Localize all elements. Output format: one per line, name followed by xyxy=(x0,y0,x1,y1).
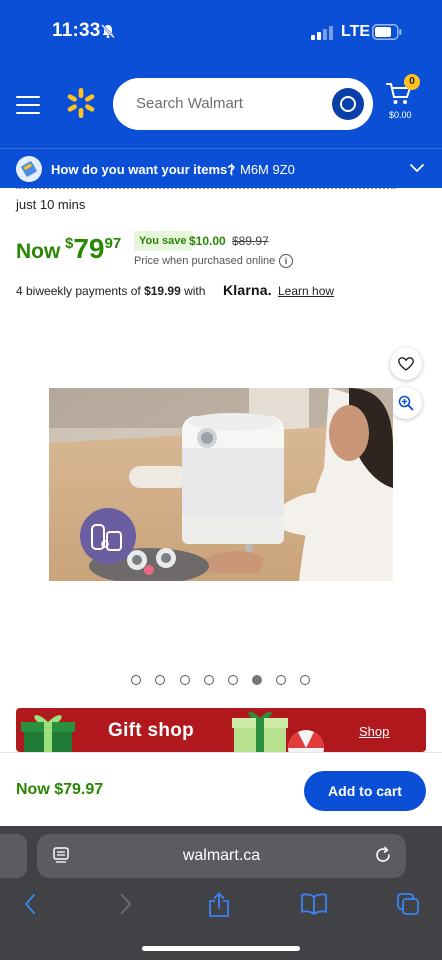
favorite-button[interactable] xyxy=(390,348,422,380)
delivery-prompt: How do you want your items? xyxy=(51,162,236,177)
reload-icon[interactable] xyxy=(374,846,392,864)
gift-shop-title: Gift shop xyxy=(108,720,195,741)
walmart-spark-logo[interactable] xyxy=(64,86,98,120)
cart-count-badge: 0 xyxy=(404,74,420,90)
gift-box-icon xyxy=(21,715,75,752)
share-icon[interactable] xyxy=(207,892,231,918)
zoom-in-icon xyxy=(398,395,414,411)
price-dollars: 79 xyxy=(73,233,105,264)
browser-chrome: walmart.ca xyxy=(0,826,442,960)
network-label: LTE xyxy=(341,23,371,40)
was-price: $89.97 xyxy=(232,234,269,248)
tabs-icon[interactable] xyxy=(396,892,420,916)
url-text: walmart.ca xyxy=(182,847,261,864)
cut-off-description xyxy=(16,188,426,192)
product-image[interactable] xyxy=(49,388,393,581)
back-icon[interactable] xyxy=(22,892,38,916)
delivery-icon xyxy=(16,156,42,182)
current-price: $7997 xyxy=(65,233,121,265)
previous-tab-edge[interactable] xyxy=(0,834,27,878)
search-input[interactable]: Search Walmart xyxy=(113,78,373,130)
search-icon xyxy=(340,96,356,112)
price-cents: 97 xyxy=(104,235,122,252)
search-button[interactable] xyxy=(332,88,364,120)
postal-code: M6M 9Z0 xyxy=(240,162,295,177)
carousel-dot[interactable] xyxy=(131,675,141,685)
silent-bell-icon xyxy=(101,24,115,39)
cart-button[interactable]: 0 $0.00 xyxy=(386,74,426,126)
klarna-text-2: with xyxy=(180,284,206,298)
now-label: Now xyxy=(16,240,61,263)
search-placeholder: Search Walmart xyxy=(136,95,243,112)
klarna-payments-text: 4 biweekly payments of $19.99 with xyxy=(16,284,205,298)
status-time: 11:33 xyxy=(52,20,101,41)
heart-icon xyxy=(398,357,414,371)
carousel-dot[interactable] xyxy=(204,675,214,685)
delivery-selector[interactable]: How do you want your items? | M6M 9Z0 xyxy=(0,148,442,188)
image-carousel-dots xyxy=(131,675,321,687)
signal-icon xyxy=(311,26,333,40)
cart-total: $0.00 xyxy=(389,110,412,120)
nav-row: Search Walmart 0 $0.00 xyxy=(0,72,442,136)
carousel-dot[interactable] xyxy=(276,675,286,685)
product-description-tail: just 10 mins xyxy=(16,197,86,212)
info-icon[interactable]: i xyxy=(279,254,293,268)
klarna-logo: Klarna. xyxy=(223,282,272,298)
battery-icon xyxy=(372,24,402,40)
forward-icon[interactable] xyxy=(118,892,134,916)
learn-how-link[interactable]: Learn how xyxy=(278,284,334,298)
app-header: 11:33 LTE Search Walmart 0 $0.00 How do … xyxy=(0,0,442,188)
gift-decoration-icon xyxy=(232,711,324,752)
price-note: Price when purchased online xyxy=(134,255,276,267)
zoom-button[interactable] xyxy=(390,387,422,419)
delivery-separator: | xyxy=(230,161,234,176)
save-amount: $10.00 xyxy=(189,234,226,248)
bookmarks-icon[interactable] xyxy=(300,892,328,916)
home-indicator[interactable] xyxy=(142,946,300,951)
price-currency: $ xyxy=(65,235,74,252)
you-save-badge: You save xyxy=(134,231,192,251)
carousel-dot[interactable] xyxy=(228,675,238,685)
klarna-text-1: 4 biweekly payments of xyxy=(16,284,145,298)
status-bar: 11:33 LTE xyxy=(0,0,442,64)
chevron-down-icon xyxy=(410,164,424,172)
carousel-dot[interactable] xyxy=(180,675,190,685)
menu-icon[interactable] xyxy=(16,96,40,114)
gift-shop-link[interactable]: Shop xyxy=(359,724,389,739)
gift-shop-banner[interactable]: Gift shop Shop xyxy=(16,708,426,752)
address-bar[interactable]: walmart.ca xyxy=(37,834,406,878)
carousel-dot[interactable] xyxy=(155,675,165,685)
bottom-price: Now $79.97 xyxy=(16,781,104,798)
carousel-dot[interactable] xyxy=(300,675,310,685)
sticky-add-to-cart-bar: Now $79.97 Add to cart xyxy=(0,752,442,826)
klarna-amount: $19.99 xyxy=(144,284,181,298)
carousel-dot-active[interactable] xyxy=(252,675,262,685)
add-to-cart-button[interactable]: Add to cart xyxy=(304,771,426,811)
